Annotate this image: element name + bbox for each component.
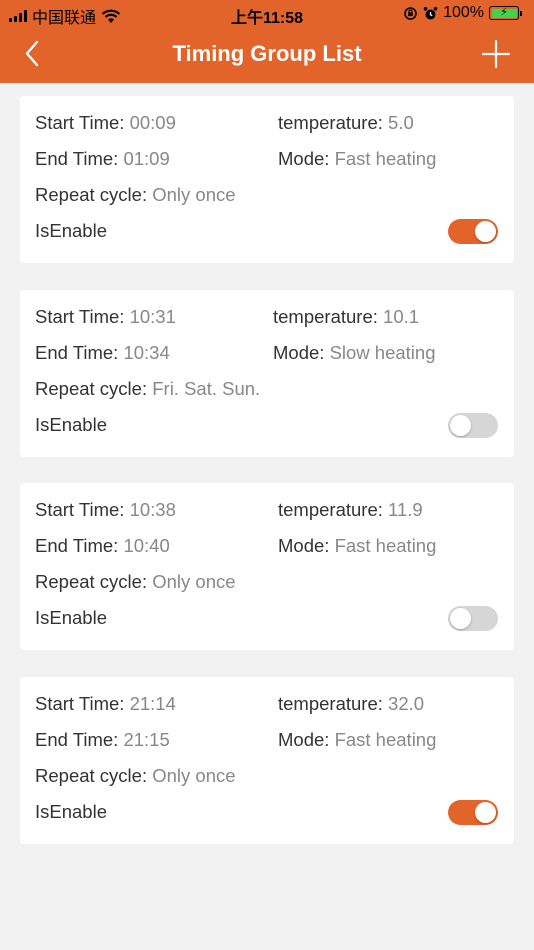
end-time-value: 21:15	[123, 729, 170, 750]
enable-toggle[interactable]	[448, 606, 498, 631]
end-time-value: 10:34	[123, 342, 170, 363]
mode-row: Mode: Fast heating	[278, 729, 437, 750]
start-time-value: 10:38	[129, 499, 176, 520]
end-time-value: 01:09	[123, 148, 170, 169]
repeat-cycle-row: Repeat cycle: Fri. Sat. Sun.	[35, 378, 261, 399]
alarm-icon	[423, 6, 438, 19]
is-enable-label: IsEnable	[35, 414, 107, 435]
is-enable-label: IsEnable	[35, 607, 107, 628]
enable-toggle[interactable]	[448, 413, 498, 438]
nav-bar: Timing Group List	[0, 28, 534, 83]
end-time-row: End Time: 01:09	[35, 148, 170, 169]
mode-value: Fast heating	[334, 535, 437, 556]
mode-value: Fast heating	[334, 148, 437, 169]
status-right: 100% ⚡	[403, 4, 522, 22]
repeat-cycle-value: Fri. Sat. Sun.	[152, 378, 261, 399]
status-bar: 中国联通 上午11:58 100% ⚡	[0, 0, 534, 28]
mode-row: Mode: Fast heating	[278, 148, 437, 169]
start-time-row: Start Time: 21:14	[35, 693, 176, 714]
rotation-lock-icon	[404, 6, 417, 20]
temperature-row: temperature: 5.0	[278, 112, 414, 133]
timing-group-card[interactable]: Start Time: 10:38 temperature: 11.9 End …	[20, 483, 514, 650]
repeat-cycle-value: Only once	[152, 184, 236, 205]
start-time-row: Start Time: 10:31	[35, 306, 176, 327]
end-time-row: End Time: 10:34	[35, 342, 170, 363]
add-group-button[interactable]	[481, 39, 511, 69]
plus-icon	[481, 39, 511, 69]
timing-group-card[interactable]: Start Time: 21:14 temperature: 32.0 End …	[20, 677, 514, 844]
temperature-row: temperature: 11.9	[278, 499, 423, 520]
temperature-value: 11.9	[388, 499, 423, 520]
temperature-value: 5.0	[388, 112, 414, 133]
temperature-value: 32.0	[388, 693, 425, 714]
end-time-row: End Time: 10:40	[35, 535, 170, 556]
enable-toggle[interactable]	[448, 219, 498, 244]
start-time-row: Start Time: 10:38	[35, 499, 176, 520]
temperature-row: temperature: 10.1	[273, 306, 420, 327]
repeat-cycle-row: Repeat cycle: Only once	[35, 184, 236, 205]
end-time-value: 10:40	[123, 535, 170, 556]
repeat-cycle-row: Repeat cycle: Only once	[35, 571, 236, 592]
temperature-row: temperature: 32.0	[278, 693, 425, 714]
mode-row: Mode: Slow heating	[273, 342, 436, 363]
start-time-value: 10:31	[129, 306, 176, 327]
start-time-row: Start Time: 00:09	[35, 112, 176, 133]
temperature-value: 10.1	[383, 306, 420, 327]
mode-value: Fast heating	[334, 729, 437, 750]
is-enable-label: IsEnable	[35, 801, 107, 822]
battery-icon: ⚡	[489, 6, 519, 20]
start-time-value: 21:14	[129, 693, 176, 714]
repeat-cycle-value: Only once	[152, 765, 236, 786]
battery-percent: 100%	[443, 4, 484, 21]
repeat-cycle-value: Only once	[152, 571, 236, 592]
timing-group-card[interactable]: Start Time: 10:31 temperature: 10.1 End …	[20, 290, 514, 457]
end-time-row: End Time: 21:15	[35, 729, 170, 750]
start-time-value: 00:09	[129, 112, 176, 133]
is-enable-label: IsEnable	[35, 220, 107, 241]
page-title: Timing Group List	[172, 41, 362, 66]
enable-toggle[interactable]	[448, 800, 498, 825]
timing-group-card[interactable]: Start Time: 00:09 temperature: 5.0 End T…	[20, 96, 514, 263]
repeat-cycle-row: Repeat cycle: Only once	[35, 765, 236, 786]
mode-value: Slow heating	[329, 342, 436, 363]
mode-row: Mode: Fast heating	[278, 535, 437, 556]
